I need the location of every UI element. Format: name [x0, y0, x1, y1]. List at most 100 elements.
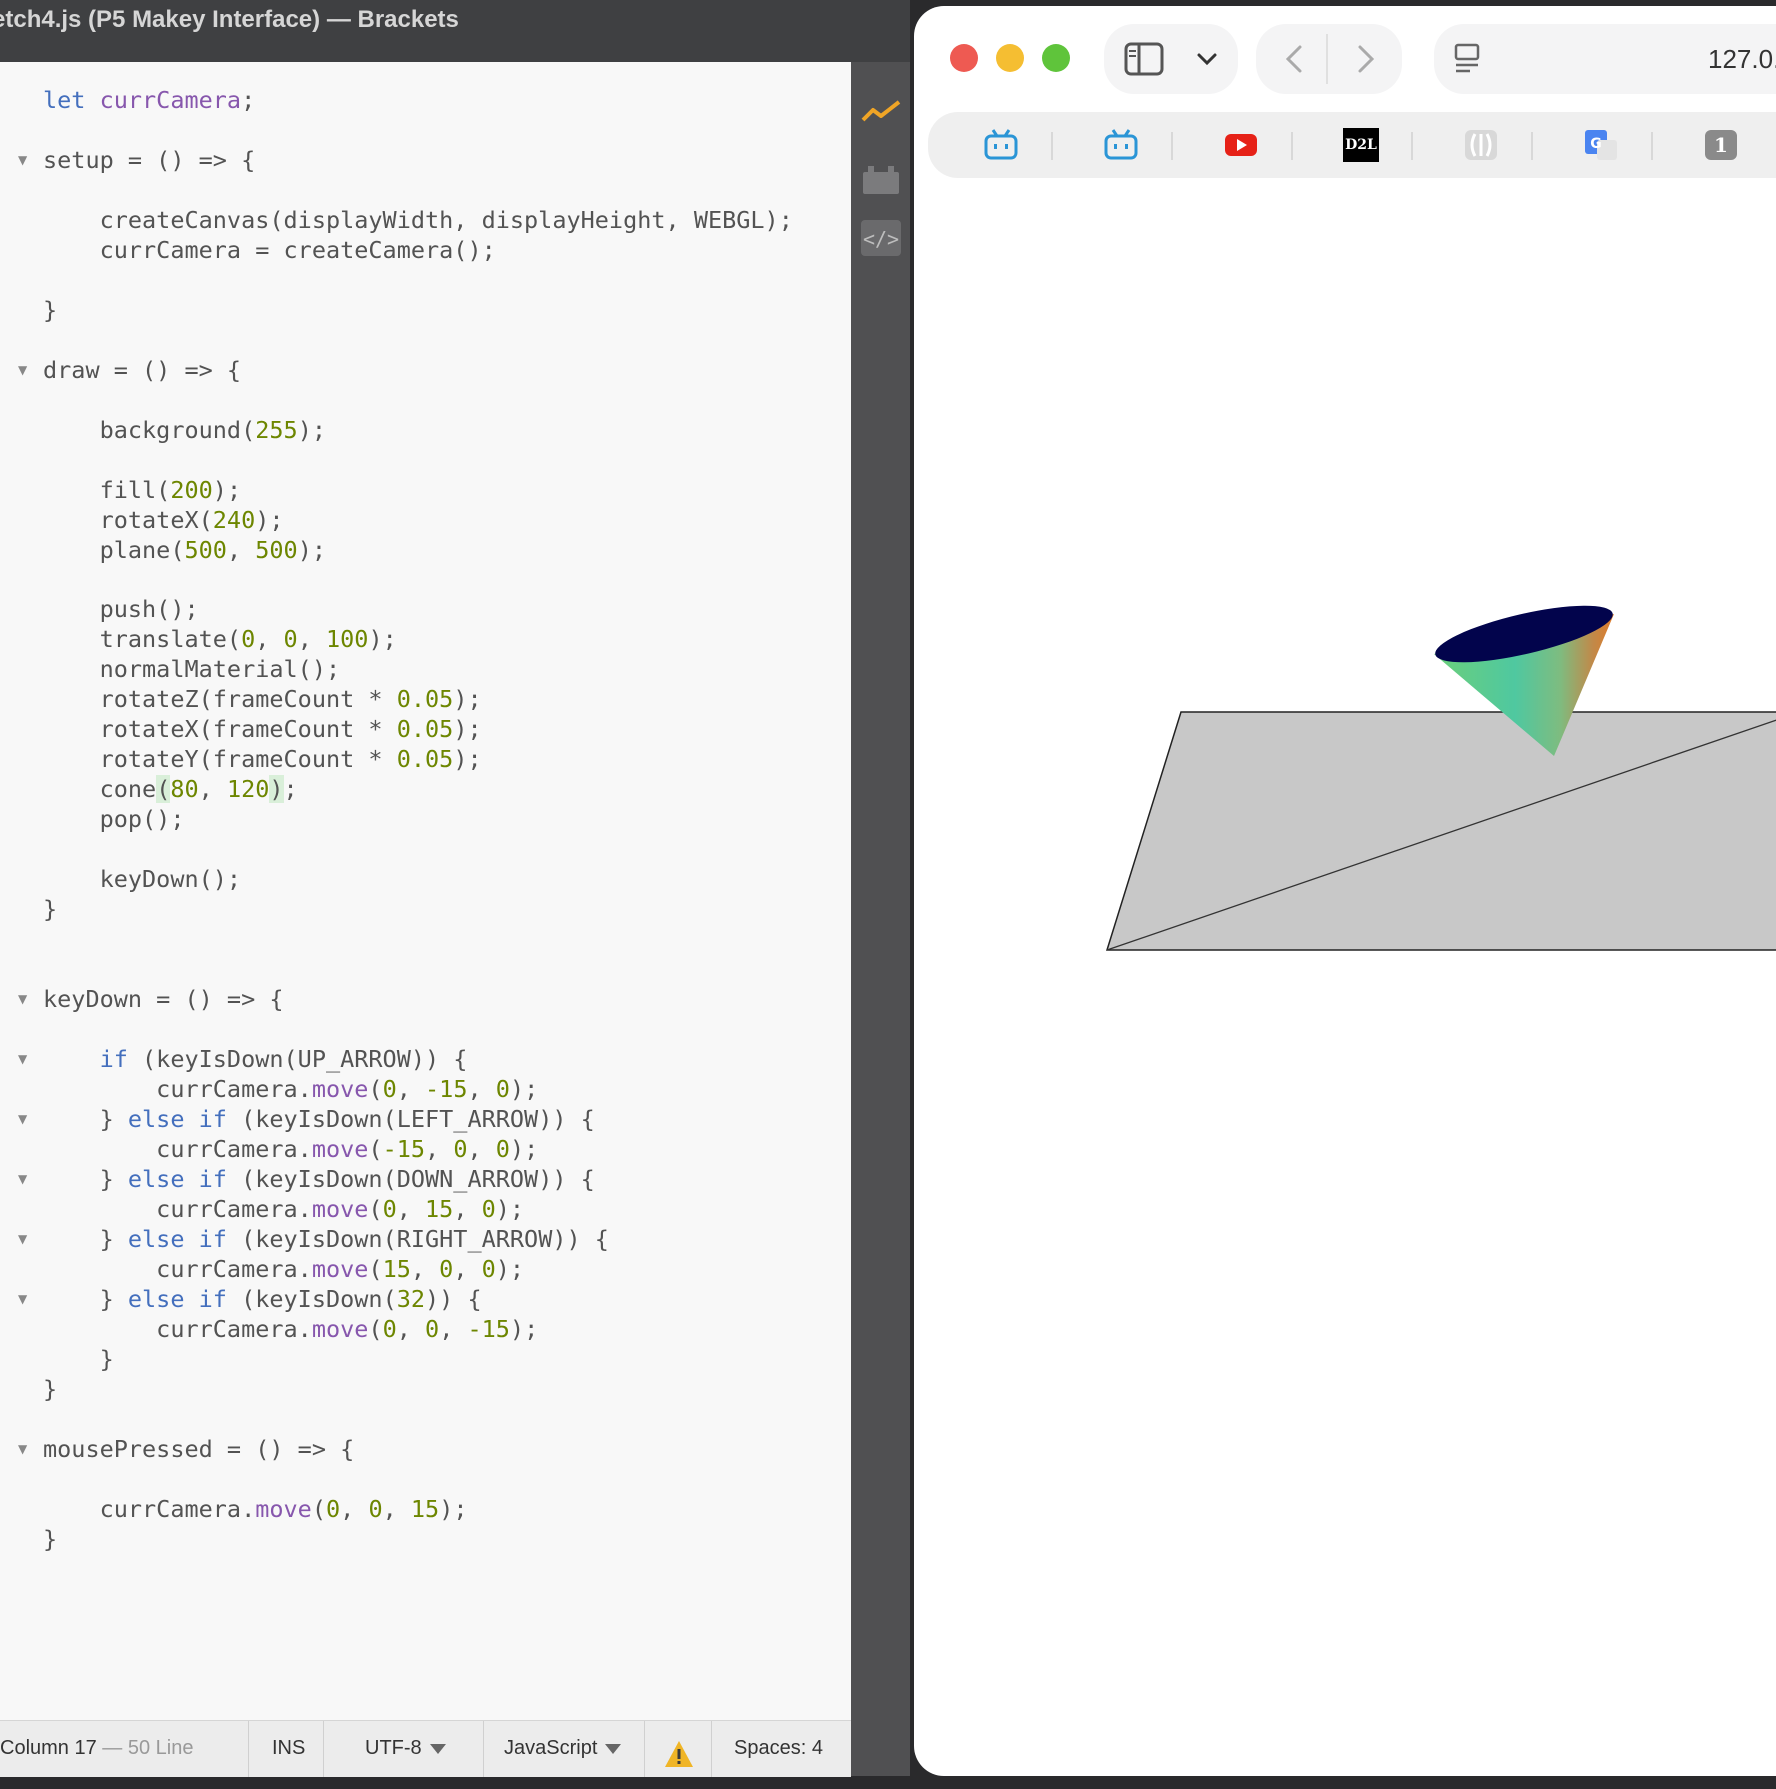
code-line[interactable]: 7 keyDown(); — [0, 864, 851, 894]
code-line[interactable]: 6 — [0, 834, 851, 864]
bilibili-icon-2[interactable] — [1103, 128, 1139, 162]
code-line[interactable]: 7 — [0, 265, 851, 295]
minimize-window-button[interactable] — [996, 44, 1024, 72]
code-line[interactable]: 8 currCamera.move(0, 15, 0); — [0, 1194, 851, 1224]
forward-icon[interactable] — [1356, 44, 1376, 79]
code-editor[interactable]: 1let currCamera;23▼setup = () => {45 cre… — [0, 62, 851, 1720]
close-window-button[interactable] — [950, 44, 978, 72]
code-line[interactable]: 4} — [0, 1374, 851, 1404]
code-line[interactable]: 3 ▼ setup = () => { — [0, 145, 851, 175]
code-line[interactable]: 0 — [0, 1554, 851, 1584]
back-icon[interactable] — [1284, 44, 1304, 79]
code-token: 0 — [368, 1494, 383, 1523]
d2l-icon[interactable]: D2L — [1343, 128, 1379, 162]
code-line[interactable]: 7 — [0, 1464, 851, 1494]
code-line[interactable]: 0 ▼ draw = () => { — [0, 355, 851, 385]
code-line[interactable]: 2 currCamera.move(0, 0, -15); — [0, 1314, 851, 1344]
code-line[interactable]: 9 — [0, 924, 851, 954]
code-line[interactable]: 1 — [0, 385, 851, 415]
fold-arrow-icon[interactable]: ▼ — [18, 1164, 27, 1194]
code-line[interactable]: 1 ▼ } else if (keyIsDown(32)) { — [0, 1284, 851, 1314]
code-token: 0 — [495, 1134, 510, 1163]
line-number: 9 — [0, 924, 9, 954]
code-line[interactable]: 3 } — [0, 1344, 851, 1374]
page-menu-icon[interactable] — [1452, 42, 1482, 81]
onepassword-icon[interactable]: 1 — [1703, 128, 1739, 162]
grayscale-logo-icon[interactable] — [1463, 128, 1499, 162]
extensions-icon[interactable] — [859, 160, 903, 200]
code-line[interactable]: 5 rotateX(240); — [0, 505, 851, 535]
code-line[interactable]: 1 rotateZ(frameCount * 0.05); — [0, 684, 851, 714]
fold-arrow-icon[interactable]: ▼ — [18, 1434, 27, 1464]
fold-arrow-icon[interactable]: ▼ — [18, 1284, 27, 1314]
code-line[interactable]: 4 currCamera.move(0, -15, 0); — [0, 1074, 851, 1104]
code-line[interactable]: 6 currCamera.move(-15, 0, 0); — [0, 1134, 851, 1164]
code-line[interactable]: 2 background(255); — [0, 415, 851, 445]
insert-mode-toggle[interactable]: INS — [272, 1721, 305, 1777]
code-line[interactable]: 6 plane(500, 500); — [0, 535, 851, 565]
zoom-window-button[interactable] — [1042, 44, 1070, 72]
code-line[interactable]: 9 ▼ } else if (keyIsDown(RIGHT_ARROW)) { — [0, 1224, 851, 1254]
line-number: 5 — [0, 804, 9, 834]
code-line[interactable]: 3 rotateY(frameCount * 0.05); — [0, 744, 851, 774]
code-line[interactable]: 3 ▼ if (keyIsDown(UP_ARROW)) { — [0, 1044, 851, 1074]
code-line[interactable]: 5 pop(); — [0, 804, 851, 834]
bookmark-divider — [1411, 132, 1413, 160]
fold-arrow-icon[interactable]: ▼ — [18, 355, 27, 385]
encoding-dropdown[interactable]: UTF-8 — [365, 1721, 446, 1777]
code-line[interactable]: 1 let currCamera; — [0, 85, 851, 115]
code-line[interactable]: 8} — [0, 295, 851, 325]
code-token: 0 — [481, 1194, 496, 1223]
url-text[interactable]: 127.0. — [1708, 44, 1776, 75]
language-dropdown[interactable]: JavaScript — [504, 1721, 622, 1777]
cursor-position[interactable]: Column 17 — 50 Line — [0, 1721, 193, 1777]
code-line[interactable]: 5 ▼ } else if (keyIsDown(LEFT_ARROW)) { — [0, 1104, 851, 1134]
code-line[interactable]: 4 — [0, 175, 851, 205]
google-translate-icon[interactable]: G — [1583, 128, 1619, 162]
code-line[interactable]: 0 normalMaterial(); — [0, 654, 851, 684]
code-line[interactable]: 1 ▼ keyDown = () => { — [0, 984, 851, 1014]
fold-arrow-icon[interactable]: ▼ — [18, 1104, 27, 1134]
fold-arrow-icon[interactable]: ▼ — [18, 145, 27, 175]
code-line[interactable]: 6 currCamera = createCamera(); — [0, 235, 851, 265]
code-line[interactable]: 8 currCamera.move(0, 0, 15); — [0, 1494, 851, 1524]
code-line[interactable]: 0 — [0, 954, 851, 984]
code-line[interactable]: 7 ▼ } else if (keyIsDown(DOWN_ARROW)) { — [0, 1164, 851, 1194]
code-token: ); — [495, 1194, 525, 1223]
code-line[interactable]: 3 — [0, 445, 851, 475]
fold-arrow-icon[interactable]: ▼ — [18, 984, 27, 1014]
warning-icon[interactable] — [664, 1735, 694, 1767]
youtube-icon[interactable] — [1223, 128, 1259, 162]
code-line[interactable]: 2 rotateX(frameCount * 0.05); — [0, 714, 851, 744]
code-line[interactable]: 0 currCamera.move(15, 0, 0); — [0, 1254, 851, 1284]
code-hint-icon[interactable]: </> — [859, 218, 903, 258]
code-line[interactable]: 5 createCanvas(displayWidth, displayHeig… — [0, 205, 851, 235]
status-bar: Column 17 — 50 Line INS UTF-8 JavaScript… — [0, 1720, 851, 1777]
sidebar-toggle-group — [1104, 24, 1238, 94]
code-line[interactable]: 9 — [0, 325, 851, 355]
chevron-down-icon[interactable] — [1196, 48, 1218, 75]
code-line[interactable]: 2 — [0, 1014, 851, 1044]
editor-right-toolbar: </> — [851, 62, 910, 1776]
fold-arrow-icon[interactable]: ▼ — [18, 1044, 27, 1074]
fold-arrow-icon[interactable]: ▼ — [18, 1224, 27, 1254]
nav-divider — [1326, 34, 1328, 84]
code-line[interactable]: 6 ▼ mousePressed = () => { — [0, 1434, 851, 1464]
code-line[interactable]: 7 — [0, 565, 851, 595]
code-token: 0 — [325, 1494, 341, 1523]
code-line[interactable]: 9 translate(0, 0, 100); — [0, 624, 851, 654]
code-line[interactable]: 8 push(); — [0, 594, 851, 624]
code-line[interactable]: 9} — [0, 1524, 851, 1554]
line-number: 4 — [0, 774, 9, 804]
indent-setting[interactable]: Spaces: 4 — [734, 1721, 823, 1777]
line-number: 0 — [0, 1254, 9, 1284]
code-line[interactable]: 8} — [0, 894, 851, 924]
code-line[interactable]: 5 — [0, 1404, 851, 1434]
sidebar-icon[interactable] — [1124, 42, 1164, 81]
code-line[interactable]: 4 fill(200); — [0, 475, 851, 505]
live-preview-icon[interactable] — [859, 92, 903, 132]
code-line[interactable]: 2 — [0, 115, 851, 145]
p5-webgl-canvas[interactable] — [914, 176, 1776, 1776]
code-line[interactable]: 4 cone(80, 120); — [0, 774, 851, 804]
bilibili-icon[interactable] — [983, 128, 1019, 162]
